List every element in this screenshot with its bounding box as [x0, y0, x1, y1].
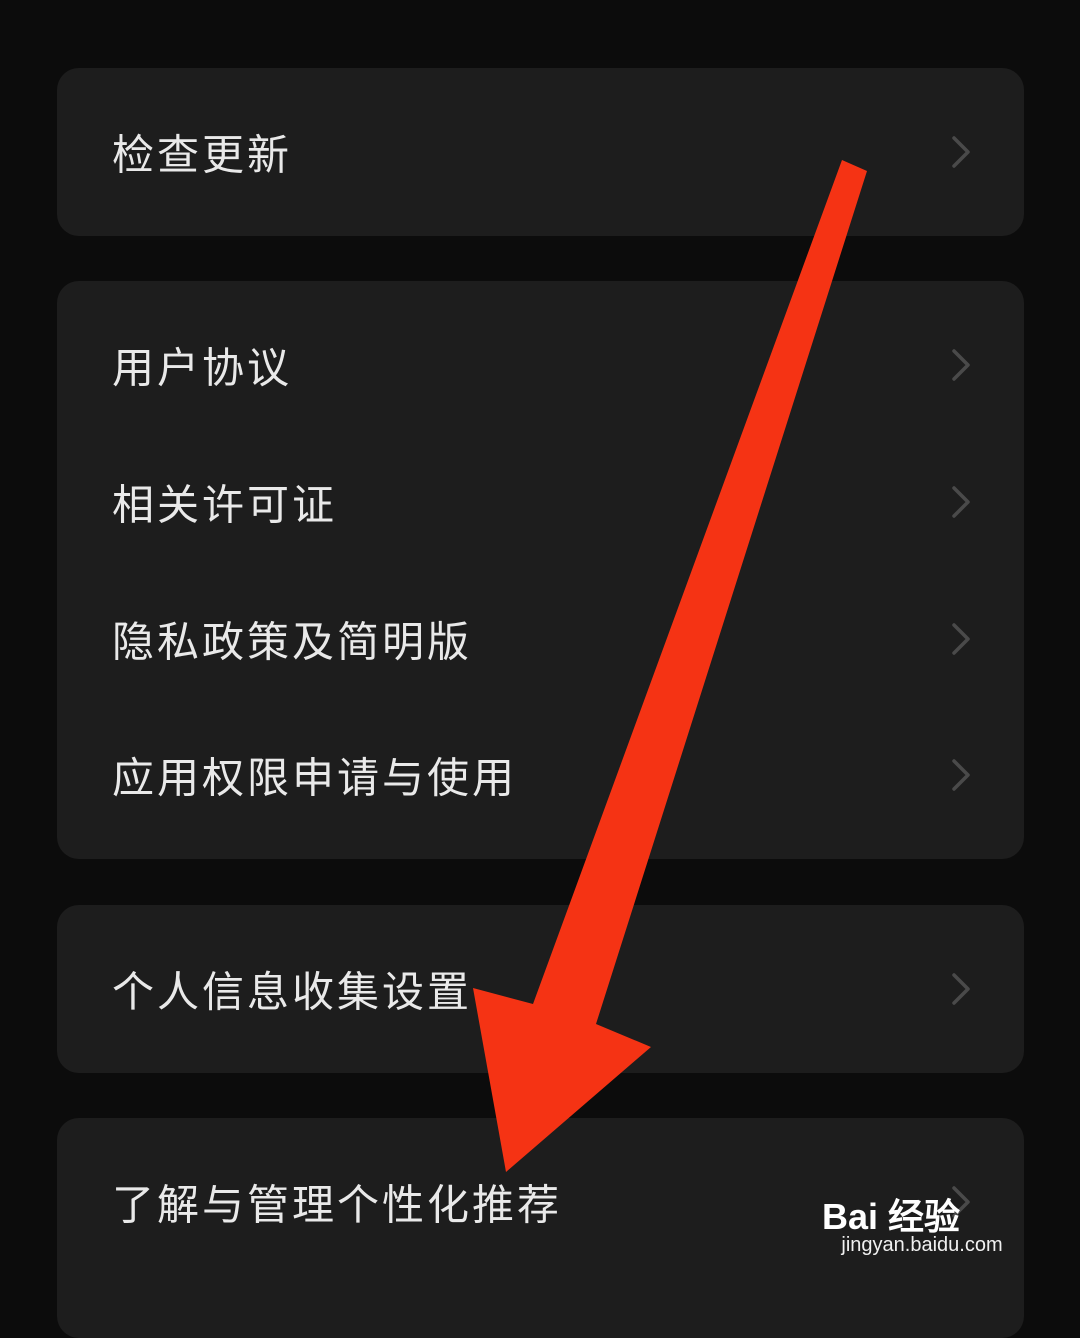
chevron-right-icon — [952, 349, 970, 381]
settings-item-app-permissions[interactable]: 应用权限申请与使用 — [57, 707, 1024, 843]
settings-item-licenses[interactable]: 相关许可证 — [57, 434, 1024, 570]
settings-item-label: 隐私政策及简明版 — [112, 617, 473, 667]
chevron-right-icon — [952, 1186, 970, 1218]
settings-item-personal-info-collection[interactable]: 个人信息收集设置 — [57, 921, 1024, 1057]
settings-item-label: 检查更新 — [112, 130, 293, 180]
chevron-right-icon — [952, 623, 970, 655]
settings-card-legal: 用户协议 相关许可证 隐私政策及简明版 应用权限申请与使用 — [57, 281, 1024, 859]
settings-item-personalized-recommendation[interactable]: 了解与管理个性化推荐 — [57, 1134, 1024, 1270]
settings-item-label: 了解与管理个性化推荐 — [112, 1180, 563, 1230]
chevron-right-icon — [952, 973, 970, 1005]
settings-card-personal-info: 个人信息收集设置 — [57, 905, 1024, 1073]
settings-item-label: 应用权限申请与使用 — [112, 753, 518, 803]
settings-card-recommendation: 了解与管理个性化推荐 — [57, 1118, 1024, 1338]
settings-item-user-agreement[interactable]: 用户协议 — [57, 297, 1024, 433]
settings-item-label: 相关许可证 — [112, 480, 338, 530]
settings-item-check-update[interactable]: 检查更新 — [57, 84, 1024, 220]
settings-item-label: 用户协议 — [112, 343, 293, 393]
settings-item-label: 个人信息收集设置 — [112, 967, 473, 1017]
chevron-right-icon — [952, 486, 970, 518]
chevron-right-icon — [952, 136, 970, 168]
settings-item-privacy-policy[interactable]: 隐私政策及简明版 — [57, 571, 1024, 707]
chevron-right-icon — [952, 759, 970, 791]
settings-card-update: 检查更新 — [57, 68, 1024, 236]
